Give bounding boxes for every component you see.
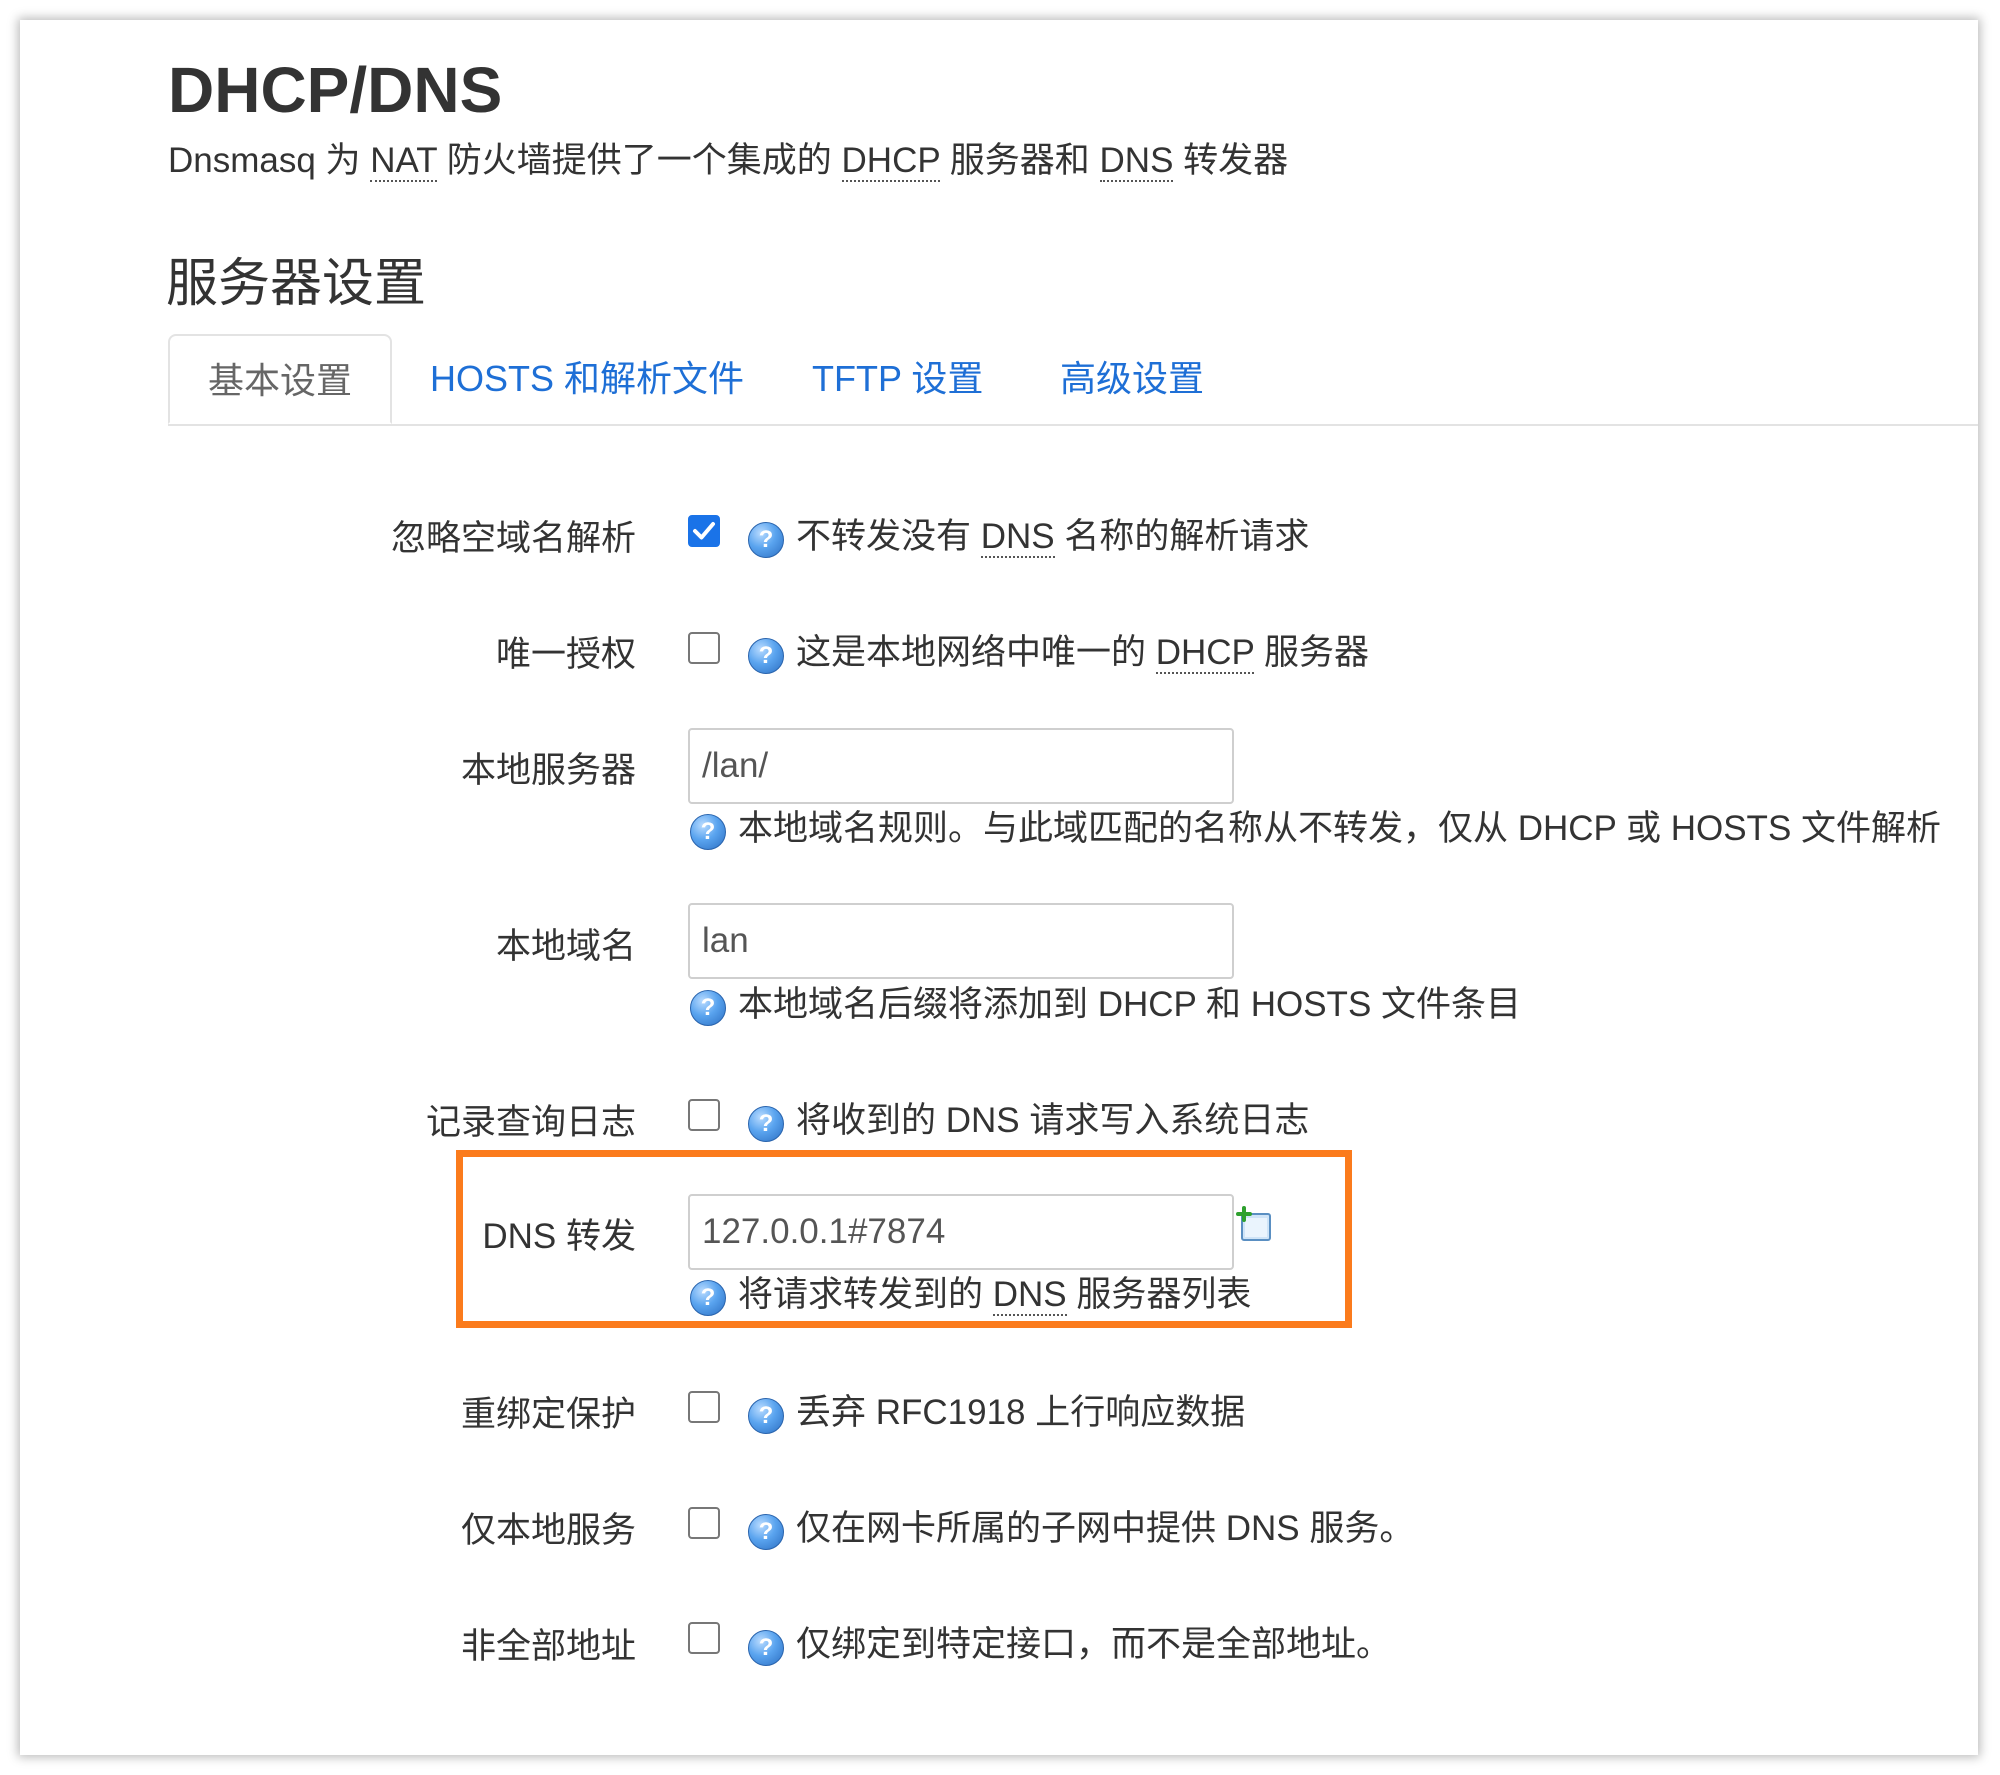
add-entry-icon[interactable] bbox=[1236, 1206, 1274, 1244]
log-queries-checkbox[interactable] bbox=[688, 1099, 720, 1131]
tab-hosts-resolv[interactable]: HOSTS 和解析文件 bbox=[430, 334, 744, 424]
local-server-label: 本地服务器 bbox=[460, 751, 636, 790]
rebind-protection-label: 重绑定保护 bbox=[460, 1395, 636, 1434]
help-icon: ? bbox=[748, 1398, 784, 1434]
local-domain-input[interactable]: lan bbox=[688, 903, 1234, 979]
log-queries-help: 将收到的 DNS 请求写入系统日志 bbox=[796, 1101, 1310, 1140]
local-domain-help: 本地域名后缀将添加到 DHCP 和 HOSTS 文件条目 bbox=[738, 985, 1522, 1024]
help-icon: ? bbox=[748, 1514, 784, 1550]
authoritative-help: 这是本地网络中唯一的 DHCP 服务器 bbox=[796, 633, 1370, 674]
help-icon: ? bbox=[748, 638, 784, 674]
domain-needed-help: 不转发没有 DNS 名称的解析请求 bbox=[796, 517, 1310, 558]
nonwildcard-label: 非全部地址 bbox=[460, 1627, 636, 1666]
log-queries-label: 记录查询日志 bbox=[425, 1103, 636, 1142]
authoritative-label: 唯一授权 bbox=[495, 635, 636, 674]
dns-forward-help: 将请求转发到的 DNS 服务器列表 bbox=[738, 1275, 1252, 1316]
page-description: Dnsmasq 为 NAT 防火墙提供了一个集成的 DHCP 服务器和 DNS … bbox=[168, 141, 1289, 182]
nat-abbr: NAT bbox=[370, 141, 438, 182]
section-title: 服务器设置 bbox=[166, 255, 427, 313]
nonwildcard-checkbox[interactable] bbox=[688, 1622, 720, 1654]
domain-needed-label: 忽略空域名解析 bbox=[390, 519, 636, 558]
rebind-protection-checkbox[interactable] bbox=[688, 1391, 720, 1423]
rebind-protection-help: 丢弃 RFC1918 上行响应数据 bbox=[796, 1393, 1246, 1432]
page-title: DHCP/DNS bbox=[168, 54, 503, 126]
local-service-label: 仅本地服务 bbox=[460, 1511, 636, 1550]
local-service-checkbox[interactable] bbox=[688, 1507, 720, 1539]
tab-basic-settings[interactable]: 基本设置 bbox=[168, 334, 393, 424]
dhcp-abbr: DHCP bbox=[841, 141, 941, 182]
local-server-help: 本地域名规则。与此域匹配的名称从不转发，仅从 DHCP 或 HOSTS 文件解析 bbox=[738, 809, 1942, 848]
dns-forward-input[interactable]: 127.0.0.1#7874 bbox=[688, 1194, 1234, 1270]
dns-forward-label: DNS 转发 bbox=[482, 1217, 636, 1256]
local-service-help: 仅在网卡所属的子网中提供 DNS 服务。 bbox=[796, 1509, 1415, 1548]
local-server-input[interactable]: /lan/ bbox=[688, 728, 1234, 804]
help-icon: ? bbox=[748, 1630, 784, 1666]
tab-advanced-settings[interactable]: 高级设置 bbox=[1060, 334, 1204, 424]
nonwildcard-help: 仅绑定到特定接口，而不是全部地址。 bbox=[796, 1625, 1392, 1664]
local-domain-label: 本地域名 bbox=[495, 927, 636, 966]
tab-tftp-settings[interactable]: TFTP 设置 bbox=[812, 334, 983, 424]
authoritative-checkbox[interactable] bbox=[688, 632, 720, 664]
help-icon: ? bbox=[748, 522, 784, 558]
help-icon: ? bbox=[748, 1106, 784, 1142]
help-icon: ? bbox=[690, 990, 726, 1026]
domain-needed-checkbox[interactable] bbox=[688, 515, 720, 547]
help-icon: ? bbox=[690, 1280, 726, 1316]
dns-abbr: DNS bbox=[1099, 141, 1174, 182]
tab-bar: 基本设置 HOSTS 和解析文件 TFTP 设置 高级设置 bbox=[168, 334, 1978, 426]
help-icon: ? bbox=[690, 814, 726, 850]
